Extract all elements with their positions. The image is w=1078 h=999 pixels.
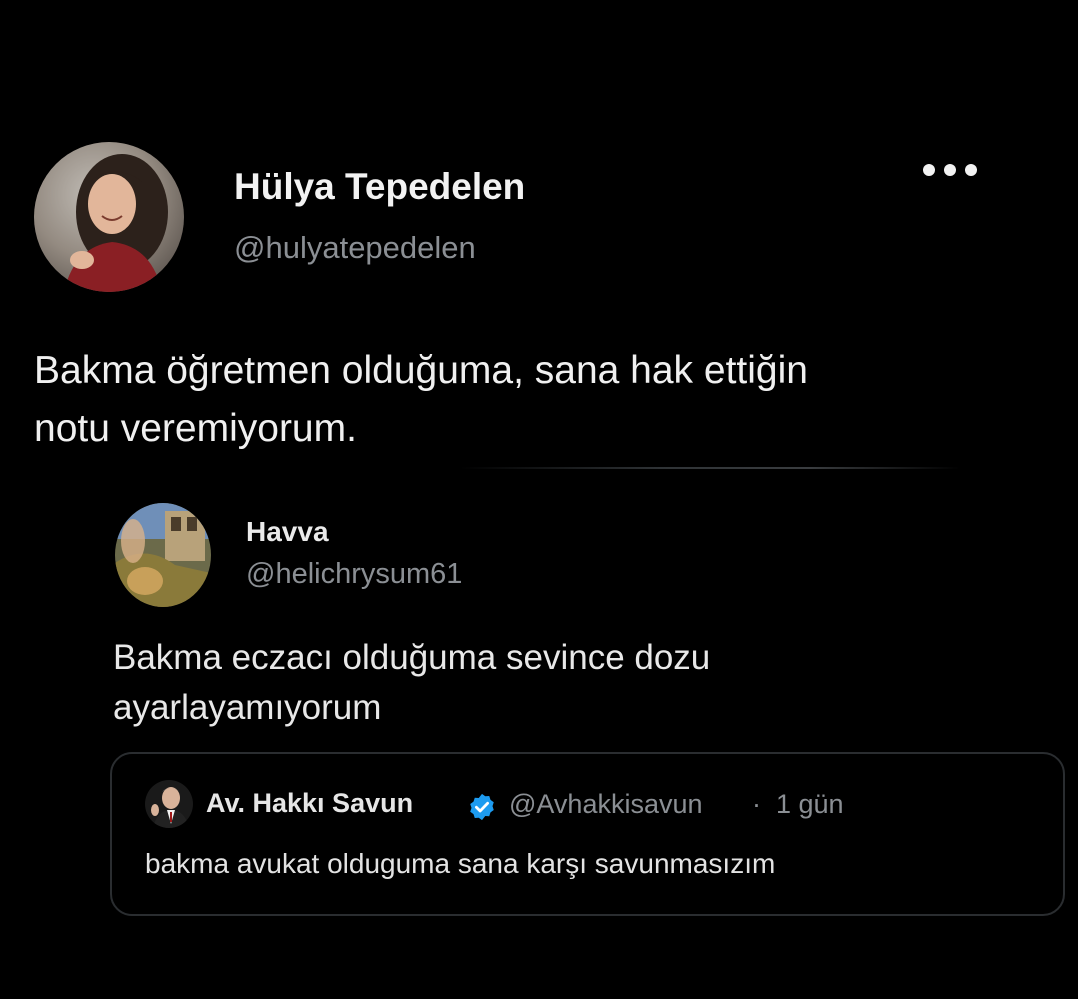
quoted-author-handle[interactable]: @helichrysum61 bbox=[246, 558, 462, 591]
verified-badge bbox=[467, 792, 497, 822]
main-tweet-text-line: Bakma öğretmen olduğuma, sana hak ettiği… bbox=[34, 349, 808, 392]
quoted-tweet-text: Bakma eczacı olduğuma sevince dozu ayarl… bbox=[113, 633, 1013, 733]
meta-separator: · bbox=[752, 789, 761, 819]
nested-author-avatar[interactable] bbox=[145, 780, 193, 828]
nested-quote-card[interactable] bbox=[110, 752, 1065, 916]
nested-author-name[interactable]: Av. Hakkı Savun bbox=[206, 788, 413, 819]
main-author-avatar[interactable] bbox=[34, 142, 184, 292]
profile-photo-icon bbox=[34, 142, 184, 292]
nested-tweet-time[interactable]: 1 gün bbox=[776, 789, 844, 820]
main-tweet-text-line: notu veremiyorum. bbox=[34, 407, 357, 450]
verified-badge-icon bbox=[470, 793, 494, 821]
profile-photo-icon bbox=[145, 780, 193, 828]
more-options-button[interactable] bbox=[912, 150, 988, 190]
profile-photo-icon bbox=[115, 503, 211, 607]
divider bbox=[460, 467, 960, 469]
main-author-handle[interactable]: @hulyatepedelen bbox=[234, 230, 476, 266]
more-horizontal-icon bbox=[923, 164, 977, 176]
quoted-author-avatar[interactable] bbox=[115, 503, 211, 607]
quoted-author-name[interactable]: Havva bbox=[246, 516, 329, 548]
quoted-tweet-text-line: ayarlayamıyorum bbox=[113, 688, 382, 727]
main-tweet-text: Bakma öğretmen olduğuma, sana hak ettiği… bbox=[34, 342, 1024, 458]
nested-author-handle[interactable]: @Avhakkisavun bbox=[509, 789, 703, 820]
quoted-tweet-text-line: Bakma eczacı olduğuma sevince dozu bbox=[113, 638, 711, 677]
main-author-name[interactable]: Hülya Tepedelen bbox=[234, 166, 525, 208]
nested-tweet-text: bakma avukat olduguma sana karşı savunma… bbox=[145, 848, 776, 879]
